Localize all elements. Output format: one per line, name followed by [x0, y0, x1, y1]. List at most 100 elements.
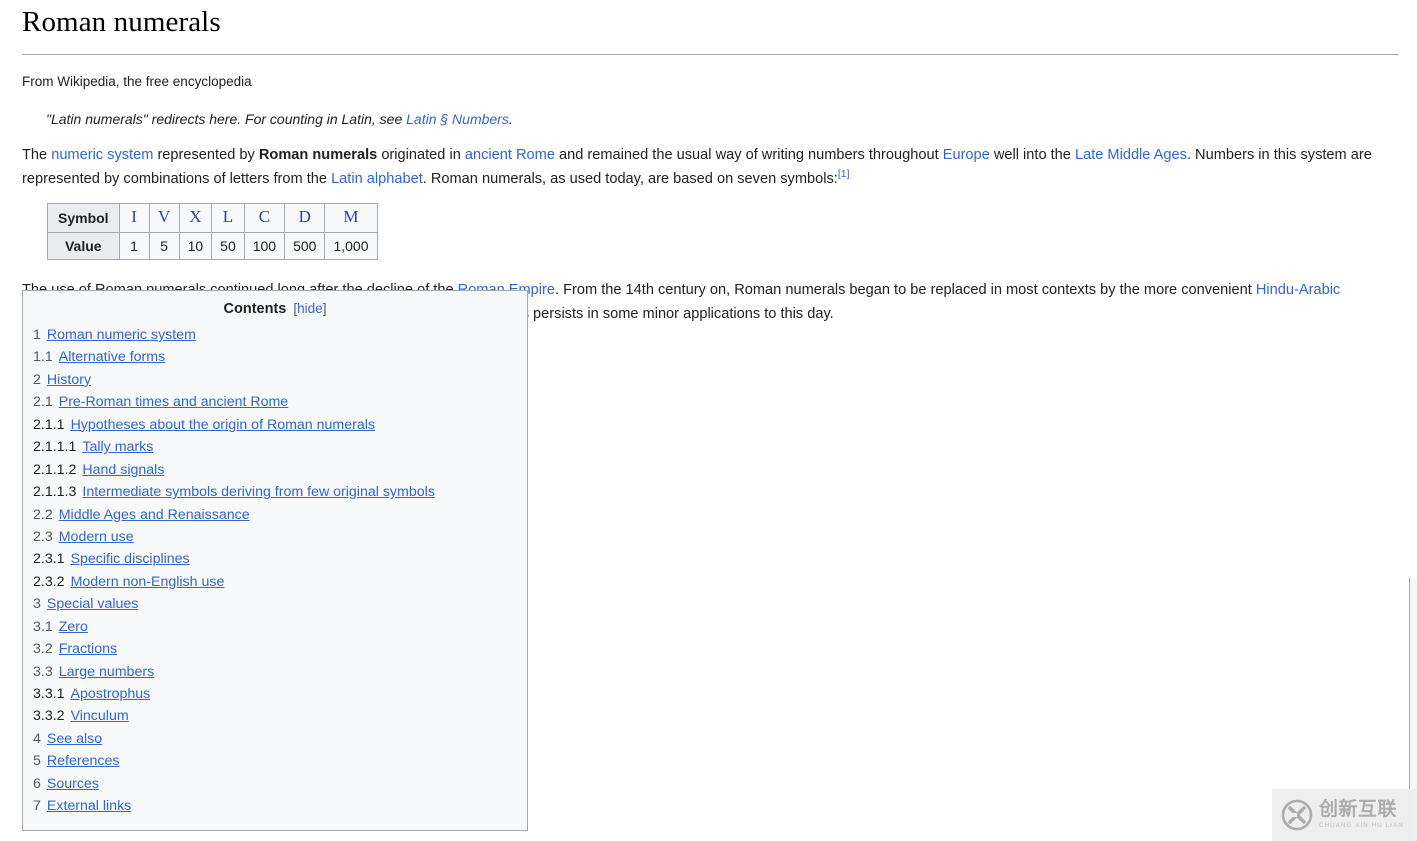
toc-item-number: 2.3.2 — [33, 573, 65, 590]
toc-item-link[interactable]: Specific disciplines — [71, 551, 190, 567]
toc-item-link[interactable]: Hand signals — [82, 462, 164, 478]
watermark-chinese: 创新互联 — [1319, 797, 1398, 820]
link-latin-alphabet[interactable]: Latin alphabet — [331, 171, 423, 187]
toc-item-link[interactable]: History — [47, 372, 91, 388]
toc-item[interactable]: 2.3.1 Specific disciplines — [23, 548, 527, 570]
p1-text-2: represented by — [153, 146, 259, 163]
link-europe[interactable]: Europe — [943, 147, 990, 163]
toc-item-number: 2.1.1.2 — [33, 461, 77, 478]
toc-item[interactable]: 2.1.1.3 Intermediate symbols deriving fro… — [23, 481, 527, 503]
p1-bold-roman-numerals: Roman numerals — [258, 146, 378, 163]
toc-item-link[interactable]: Intermediate symbols deriving from few o… — [82, 484, 434, 500]
row-header-symbol: Symbol — [47, 203, 120, 233]
toc-item-number: 3.3.1 — [33, 686, 65, 702]
value-cell-1: 1 — [118, 231, 150, 261]
table-row-values: Value 1 5 10 50 100 500 1,000 — [47, 231, 378, 261]
toc-item-link[interactable]: Middle Ages and Renaissance — [59, 507, 250, 523]
toc-item[interactable]: 2 History — [23, 369, 527, 391]
toc-item-link[interactable]: Roman numeric system — [47, 327, 196, 343]
roman-symbol-table-container: Symbol I V X L C D M Value 1 5 10 50 100… — [0, 191, 1417, 261]
symbol-cell-x: X — [178, 203, 213, 233]
toc-title-bar: Contents [hide] — [23, 298, 527, 324]
toc-item[interactable]: 3.3.1 Apostrophus — [23, 683, 527, 705]
toc-item-number: 3.3 — [33, 663, 53, 680]
symbol-cell-d: D — [284, 203, 326, 233]
toc-item[interactable]: 2.3.2 Modern non-English use — [23, 571, 527, 593]
toc-item-number: 1.1 — [33, 349, 53, 366]
toc-item[interactable]: 2.1.1.2 Hand signals — [23, 459, 527, 481]
toc-item[interactable]: 3.3 Large numbers — [23, 661, 527, 683]
table-row-symbols: Symbol I V X L C D M — [47, 203, 378, 233]
toc-item-link[interactable]: Modern non-English use — [71, 574, 225, 590]
p1-text-1: The — [22, 146, 52, 163]
toc-item[interactable]: 2.1.1.1 Tally marks — [23, 436, 527, 458]
circled-x-logo-icon — [1280, 798, 1314, 832]
toc-item-link[interactable]: Tally marks — [82, 439, 153, 455]
toc-item-number: 2.2 — [33, 506, 53, 523]
symbol-cell-l: L — [211, 203, 245, 233]
toc-item-link[interactable]: Modern use — [59, 529, 134, 545]
symbol-cell-c: C — [243, 203, 286, 233]
toc-item[interactable]: 3.1 Zero — [23, 616, 527, 638]
toc-item-link[interactable]: Apostrophus — [71, 686, 151, 702]
toc-item[interactable]: 3.3.2 Vinculum — [23, 705, 527, 727]
value-cell-500: 500 — [284, 231, 326, 261]
toc-item-link[interactable]: Sources — [47, 776, 99, 792]
p1-text-7: . Roman numerals, as used today, are bas… — [422, 170, 838, 187]
toc-item-number: 2 — [33, 371, 41, 388]
toc-item[interactable]: 3.2 Fractions — [23, 638, 527, 660]
toc-item-link[interactable]: External links — [47, 798, 131, 814]
roman-symbol-value-table: Symbol I V X L C D M Value 1 5 10 50 100… — [47, 203, 378, 261]
toc-item-link[interactable]: Hypotheses about the origin of Roman num… — [71, 417, 375, 433]
toc-item[interactable]: 6 Sources — [23, 773, 527, 795]
toc-item-number: 3.3.2 — [33, 708, 65, 725]
toc-item[interactable]: 7 External links — [23, 795, 527, 817]
link-late-middle-ages[interactable]: Late Middle Ages — [1075, 147, 1187, 163]
toc-item-number: 3 — [33, 596, 41, 613]
link-ancient-rome[interactable]: ancient Rome — [465, 147, 555, 163]
toc-item-number: 2.1.1 — [33, 416, 65, 433]
symbol-cell-i: I — [118, 203, 150, 233]
value-cell-1000: 1,000 — [324, 231, 378, 261]
hatnote-link-latin-numbers[interactable]: Latin § Numbers — [406, 111, 509, 127]
toc-item-link[interactable]: Special values — [47, 596, 139, 612]
toc-item[interactable]: 1.1 Alternative forms — [23, 346, 527, 368]
toc-item-link[interactable]: References — [47, 753, 120, 769]
toc-item-link[interactable]: Fractions — [59, 641, 117, 657]
link-numeric-system[interactable]: numeric system — [51, 147, 153, 163]
toc-hide-link[interactable]: hide — [297, 301, 323, 316]
toc-toggle[interactable]: [hide] — [293, 301, 326, 316]
wikipedia-article-page: Roman numerals From Wikipedia, the free … — [0, 0, 1417, 841]
toc-item-link[interactable]: See also — [47, 731, 102, 747]
citation-ref-1-link[interactable]: [1] — [838, 168, 850, 180]
title-divider — [22, 54, 1399, 56]
toc-item[interactable]: 1 Roman numeric system — [23, 324, 527, 346]
toc-item[interactable]: 3 Special values — [23, 593, 527, 615]
toc-item-number: 6 — [33, 775, 41, 792]
watermark: 创新互联 CHUANG XIN HU LIAN — [1272, 789, 1417, 841]
toc-item-link[interactable]: Pre-Roman times and ancient Rome — [59, 394, 288, 410]
p1-text-5: well into the — [989, 146, 1075, 163]
toc-item[interactable]: 4 See also — [23, 728, 527, 750]
toc-item[interactable]: 2.3 Modern use — [23, 526, 527, 548]
toc-item[interactable]: 2.2 Middle Ages and Renaissance — [23, 504, 527, 526]
hatnote-text-before: "Latin numerals" redirects here. For cou… — [46, 110, 407, 127]
toc-item-link[interactable]: Vinculum — [71, 708, 129, 724]
symbol-cell-v: V — [148, 203, 180, 233]
toc-item[interactable]: 2.1 Pre-Roman times and ancient Rome — [23, 391, 527, 413]
toc-item-link[interactable]: Large numbers — [59, 664, 154, 680]
watermark-text: 创新互联 CHUANG XIN HU LIAN — [1319, 797, 1404, 831]
p1-text-4: and remained the usual way of writing nu… — [554, 146, 943, 163]
page-title: Roman numerals — [22, 6, 221, 38]
toc-item[interactable]: 5 References — [23, 750, 527, 772]
toc-item[interactable]: 2.1.1 Hypotheses about the origin of Roma… — [23, 414, 527, 436]
citation-ref-1[interactable]: [1] — [838, 168, 850, 180]
p1-text-3: originated in — [377, 146, 465, 163]
value-cell-5: 5 — [148, 231, 180, 261]
hatnote: "Latin numerals" redirects here. For cou… — [0, 93, 1417, 130]
toc-item-link[interactable]: Zero — [59, 619, 88, 635]
intro-paragraph-1: The numeric system represented by Roman … — [0, 144, 1417, 191]
toc-item-number: 2.1.1.3 — [33, 484, 77, 501]
toc-item-link[interactable]: Alternative forms — [59, 349, 165, 365]
watermark-pinyin: CHUANG XIN HU LIAN — [1319, 821, 1404, 829]
